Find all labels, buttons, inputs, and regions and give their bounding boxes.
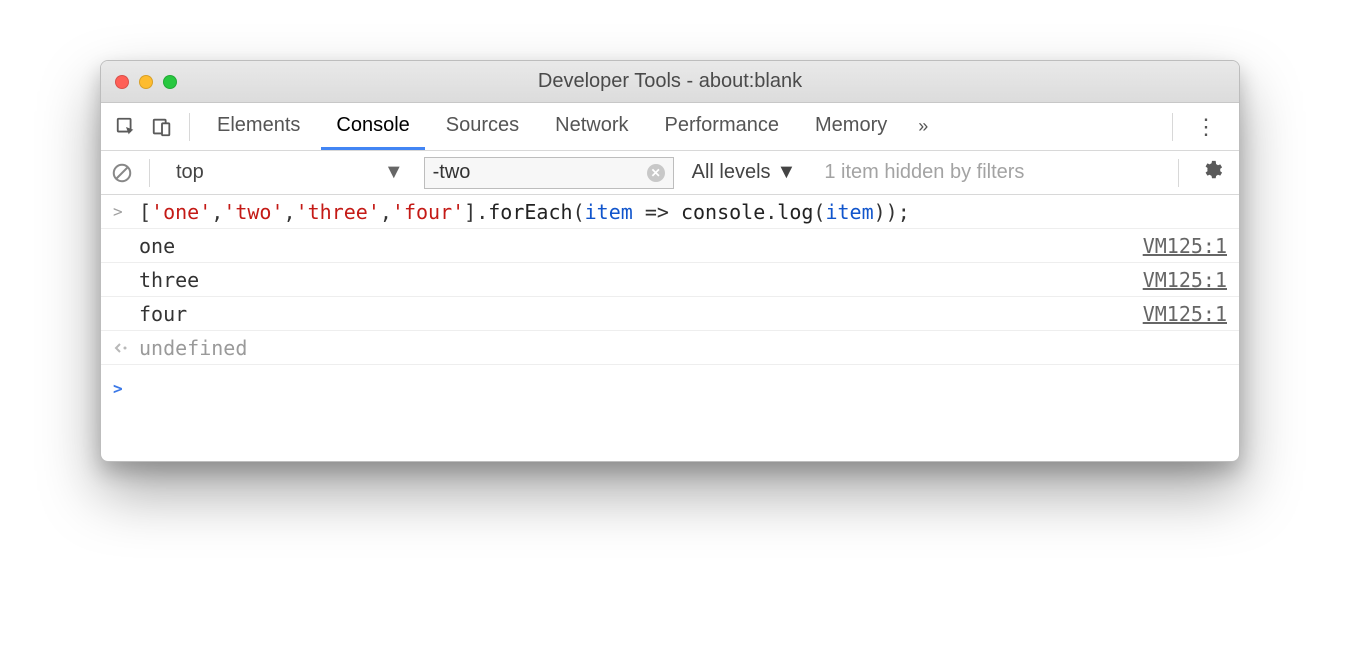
separator bbox=[1172, 113, 1173, 141]
filter-input[interactable]: -two ✕ bbox=[424, 157, 674, 189]
console-log-row[interactable]: four VM125:1 bbox=[101, 297, 1239, 331]
clear-filter-icon[interactable]: ✕ bbox=[647, 164, 665, 182]
log-text: three bbox=[139, 268, 1143, 292]
inspect-element-icon[interactable] bbox=[111, 112, 141, 142]
tab-network[interactable]: Network bbox=[540, 103, 643, 150]
separator bbox=[189, 113, 190, 141]
window-title: Developer Tools - about:blank bbox=[101, 70, 1239, 93]
settings-icon[interactable] bbox=[1195, 159, 1229, 187]
context-label: top bbox=[176, 161, 204, 184]
console-log-row[interactable]: one VM125:1 bbox=[101, 229, 1239, 263]
devtools-tabbar: Elements Console Sources Network Perform… bbox=[101, 103, 1239, 151]
tab-sources[interactable]: Sources bbox=[431, 103, 534, 150]
console-return-row[interactable]: undefined bbox=[101, 331, 1239, 365]
log-levels-selector[interactable]: All levels ▼ bbox=[684, 161, 805, 184]
clear-console-icon[interactable] bbox=[111, 162, 133, 184]
console-input-row[interactable]: > ['one','two','three','four'].forEach(i… bbox=[101, 195, 1239, 229]
log-text: one bbox=[139, 234, 1143, 258]
tabs-overflow-button[interactable]: » bbox=[908, 116, 938, 137]
return-prompt-icon bbox=[113, 341, 139, 355]
console-code: ['one','two','three','four'].forEach(ite… bbox=[139, 200, 1227, 224]
console-toolbar: top ▼ -two ✕ All levels ▼ 1 item hidden … bbox=[101, 151, 1239, 195]
log-source-link[interactable]: VM125:1 bbox=[1143, 234, 1227, 258]
log-source-link[interactable]: VM125:1 bbox=[1143, 268, 1227, 292]
separator bbox=[149, 159, 150, 187]
tab-performance[interactable]: Performance bbox=[650, 103, 795, 150]
tab-memory[interactable]: Memory bbox=[800, 103, 902, 150]
return-value: undefined bbox=[139, 336, 1227, 360]
chevron-down-icon: ▼ bbox=[777, 161, 797, 184]
input-prompt-icon: > bbox=[113, 379, 139, 398]
tab-elements[interactable]: Elements bbox=[202, 103, 315, 150]
filter-value: -two bbox=[433, 161, 641, 184]
log-text: four bbox=[139, 302, 1143, 326]
chevron-down-icon: ▼ bbox=[384, 161, 404, 184]
window-titlebar[interactable]: Developer Tools - about:blank bbox=[101, 61, 1239, 103]
devtools-window: Developer Tools - about:blank Elements C… bbox=[100, 60, 1240, 462]
input-prompt-icon: > bbox=[113, 202, 139, 221]
tab-console[interactable]: Console bbox=[321, 103, 424, 150]
more-options-icon[interactable]: ⋮ bbox=[1185, 114, 1229, 140]
console-body: > ['one','two','three','four'].forEach(i… bbox=[101, 195, 1239, 461]
levels-label: All levels bbox=[692, 161, 771, 184]
separator bbox=[1178, 159, 1179, 187]
log-source-link[interactable]: VM125:1 bbox=[1143, 302, 1227, 326]
device-toggle-icon[interactable] bbox=[147, 112, 177, 142]
console-prompt-row[interactable]: > bbox=[101, 365, 1239, 411]
hidden-items-note: 1 item hidden by filters bbox=[814, 161, 1034, 184]
console-log-row[interactable]: three VM125:1 bbox=[101, 263, 1239, 297]
context-selector[interactable]: top ▼ bbox=[166, 157, 414, 189]
